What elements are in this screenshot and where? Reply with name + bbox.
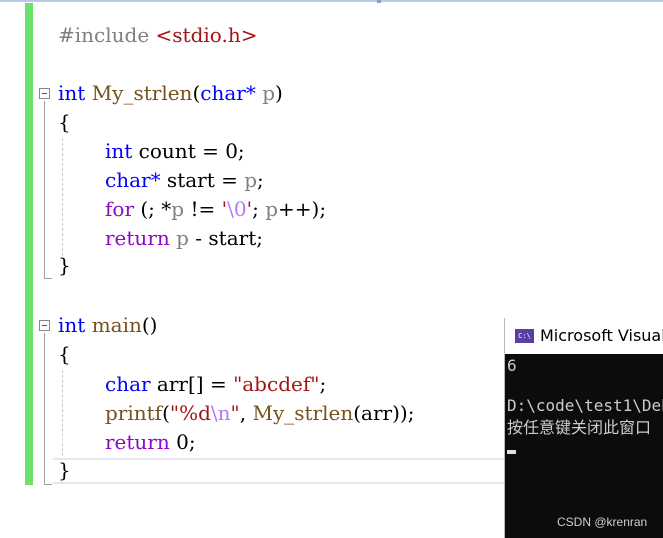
code-line-main-signature: int main()	[58, 311, 157, 340]
collapse-icon[interactable]	[39, 320, 50, 331]
code-line-return: return p - start;	[105, 224, 263, 253]
escape-sequence: \n	[210, 401, 231, 425]
scope-guide-end	[44, 484, 52, 485]
code-line-fn1-signature: int My_strlen(char* p)	[58, 79, 283, 108]
console-output-line: D:\code\test1\Debug	[507, 396, 663, 415]
code-line-count: int count = 0;	[105, 137, 245, 166]
change-tracking-bar	[25, 3, 33, 485]
code-text: ;	[252, 197, 266, 221]
brace: }	[58, 253, 71, 277]
watermark: CSDN @krenran	[557, 515, 648, 529]
string-literal: "%d	[169, 401, 211, 425]
include-header: <stdio.h>	[155, 23, 258, 47]
scope-guide	[44, 333, 45, 485]
console-title-bar[interactable]: C:\ Microsoft Visual Studio Debug Consol…	[505, 318, 663, 354]
console-title: Microsoft Visual Studio Debug Console	[540, 326, 663, 345]
code-text: (arr));	[353, 401, 415, 425]
code-text: !=	[184, 197, 222, 221]
code-line-printf: printf("%d\n", My_strlen(arr));	[105, 399, 414, 428]
keyword: return	[105, 430, 170, 454]
indent-guide	[62, 138, 63, 256]
keyword: for	[105, 197, 135, 221]
code-line-brace-open: {	[58, 340, 71, 369]
param-name: p	[262, 81, 276, 105]
escape-sequence: \0	[227, 197, 247, 221]
string-literal: "	[230, 401, 240, 425]
code-line-arr: char arr[] = "abcdef";	[105, 370, 326, 399]
console-output-line: 6	[507, 356, 517, 375]
code-text: ;	[257, 168, 264, 192]
code-line-start: char* start = p;	[105, 166, 264, 195]
code-line-for: for (; *p != '\0'; p++);	[105, 195, 326, 224]
console-output-line: 按任意键关闭此窗口	[507, 418, 652, 437]
debug-console-window[interactable]: C:\ Microsoft Visual Studio Debug Consol…	[504, 318, 663, 538]
text-cursor	[507, 450, 516, 454]
code-line-brace-close: }	[58, 251, 71, 280]
code-line-return-0: return 0;	[105, 428, 196, 457]
keyword: char*	[105, 168, 161, 192]
keyword: int	[105, 139, 133, 163]
current-line-highlight	[53, 458, 505, 484]
param-ref: p	[244, 168, 258, 192]
collapse-icon[interactable]	[39, 88, 50, 99]
keyword: char*	[200, 81, 256, 105]
function-name: main	[91, 313, 142, 337]
function-call: printf	[105, 401, 163, 425]
scope-guide	[44, 101, 45, 279]
scope-guide-end	[44, 278, 52, 279]
brace: }	[58, 458, 71, 482]
code-text: ++);	[278, 197, 327, 221]
code-text: count = 0;	[132, 139, 245, 163]
keyword: int	[58, 313, 86, 337]
code-text: start =	[160, 168, 245, 192]
code-text: 0;	[169, 430, 196, 454]
param-ref: p	[176, 226, 189, 250]
param-ref: p	[265, 197, 278, 221]
console-app-icon: C:\	[515, 329, 534, 343]
code-text: - start;	[188, 226, 263, 250]
punct: (	[162, 401, 170, 425]
code-text: (; *	[134, 197, 172, 221]
preprocessor-directive: #include	[58, 23, 150, 47]
keyword: char	[105, 372, 151, 396]
code-line-brace-open: {	[58, 108, 71, 137]
brace: {	[58, 342, 71, 366]
keyword: int	[58, 81, 86, 105]
code-line-brace-close: }	[58, 456, 71, 485]
punct: )	[275, 81, 283, 105]
brace: {	[58, 110, 71, 134]
code-text: ;	[319, 372, 327, 396]
function-name: My_strlen	[91, 81, 193, 105]
punct: ()	[141, 313, 158, 337]
code-line-include: #include <stdio.h>	[58, 21, 257, 50]
code-text: ,	[239, 401, 253, 425]
indent-guide	[62, 370, 63, 456]
keyword: return	[105, 226, 170, 250]
string-literal: "abcdef"	[233, 372, 320, 396]
param-ref: p	[171, 197, 185, 221]
function-call: My_strlen	[252, 401, 354, 425]
code-editor[interactable]: #include <stdio.h> int My_strlen(char* p…	[0, 0, 505, 538]
code-text: arr[] =	[150, 372, 234, 396]
